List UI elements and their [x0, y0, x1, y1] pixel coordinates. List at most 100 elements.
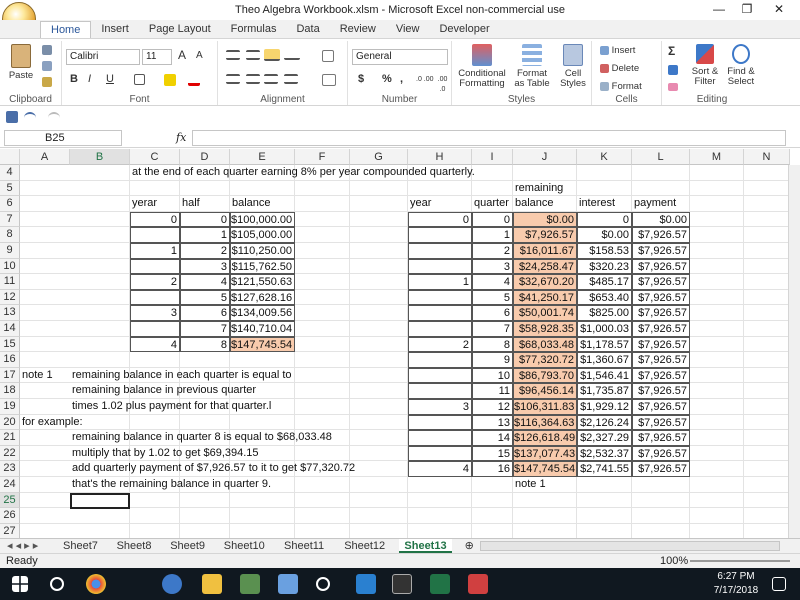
conditional-formatting-button[interactable]: Conditional Formatting: [458, 44, 506, 89]
close-button[interactable]: ✕: [766, 2, 792, 16]
selected-cell-b25[interactable]: [70, 492, 130, 509]
row-header-15[interactable]: 15: [0, 336, 20, 353]
cell-a20[interactable]: for example:: [20, 415, 83, 431]
column-header-m[interactable]: M: [690, 149, 744, 165]
row-header-26[interactable]: 26: [0, 508, 20, 524]
file-explorer-icon[interactable]: [202, 574, 222, 594]
sheet-tab-sheet11[interactable]: Sheet11: [279, 539, 329, 553]
cell-i6[interactable]: quarter: [472, 196, 513, 212]
cell-j7[interactable]: $0.00: [513, 211, 577, 228]
cell-e12[interactable]: $127,628.16: [230, 289, 295, 306]
cell-k20[interactable]: $2,126.24: [577, 414, 632, 431]
cell-h12[interactable]: [408, 289, 472, 306]
cell-h7[interactable]: 0: [408, 211, 472, 228]
sheet-tab-sheet10[interactable]: Sheet10: [219, 539, 270, 553]
cell-e13[interactable]: $134,009.56: [230, 305, 295, 321]
column-header-n[interactable]: N: [744, 149, 790, 165]
cell-i18[interactable]: 11: [472, 383, 513, 399]
cell-e10[interactable]: $115,762.50: [230, 258, 295, 275]
cell-h14[interactable]: [408, 321, 472, 337]
sheet-tab-sheet9[interactable]: Sheet9: [165, 539, 210, 553]
cell-e8[interactable]: $105,000.00: [230, 227, 295, 243]
row-header-8[interactable]: 8: [0, 227, 20, 243]
borders-icon[interactable]: [134, 74, 145, 85]
column-header-b[interactable]: B: [70, 149, 130, 165]
horizontal-scrollbar[interactable]: [480, 541, 780, 551]
cell-i19[interactable]: 12: [472, 399, 513, 415]
app-icon[interactable]: [240, 574, 260, 594]
cell-h15[interactable]: 2: [408, 336, 472, 353]
row-header-14[interactable]: 14: [0, 321, 20, 337]
cell-l20[interactable]: $7,926.57: [632, 414, 690, 431]
cell-i23[interactable]: 16: [472, 461, 513, 477]
cell-c6[interactable]: yerar: [130, 196, 180, 212]
cell-j21[interactable]: $126,618.49: [513, 430, 577, 446]
tab-data[interactable]: Data: [286, 21, 329, 38]
sort-filter-button[interactable]: Sort & Filter: [688, 44, 722, 87]
search-icon[interactable]: [50, 577, 64, 591]
font-family-select[interactable]: Calibri: [66, 49, 140, 65]
fill-icon[interactable]: [668, 65, 678, 75]
row-header-18[interactable]: 18: [0, 383, 20, 399]
cell-j12[interactable]: $41,250.17: [513, 289, 577, 306]
currency-button[interactable]: $: [358, 74, 364, 85]
wrap-text-icon[interactable]: [322, 50, 334, 62]
cell-h8[interactable]: [408, 227, 472, 243]
sheet-tab-sheet8[interactable]: Sheet8: [112, 539, 157, 553]
cell-d11[interactable]: 4: [180, 274, 230, 290]
cell-j6[interactable]: balance: [513, 196, 577, 212]
row-header-19[interactable]: 19: [0, 399, 20, 415]
magnifier-icon[interactable]: [316, 577, 330, 591]
column-header-g[interactable]: G: [350, 149, 408, 165]
fx-icon[interactable]: fx: [176, 131, 186, 144]
terminal-icon[interactable]: [392, 574, 412, 594]
cell-k17[interactable]: $1,546.41: [577, 367, 632, 384]
cell-i16[interactable]: 9: [472, 352, 513, 368]
cell-l10[interactable]: $7,926.57: [632, 258, 690, 275]
cell-k10[interactable]: $320.23: [577, 258, 632, 275]
cell-c14[interactable]: [130, 321, 180, 337]
row-header-10[interactable]: 10: [0, 258, 20, 275]
row-header-21[interactable]: 21: [0, 430, 20, 446]
cell-e15[interactable]: $147,745.54: [230, 336, 295, 353]
cell-c12[interactable]: [130, 289, 180, 306]
cell-a17[interactable]: note 1: [20, 368, 70, 384]
cell-l23[interactable]: $7,926.57: [632, 461, 690, 477]
sheet-tab-sheet7[interactable]: Sheet7: [58, 539, 103, 553]
cell-h22[interactable]: [408, 445, 472, 462]
increase-decimal-button[interactable]: .0 .00: [416, 75, 434, 85]
cell-c10[interactable]: [130, 258, 180, 275]
paste-button[interactable]: Paste: [6, 44, 36, 81]
cell-c7[interactable]: 0: [130, 211, 180, 228]
cell-j16[interactable]: $77,320.72: [513, 352, 577, 368]
cell-l8[interactable]: $7,926.57: [632, 227, 690, 243]
cell-d13[interactable]: 6: [180, 305, 230, 321]
tab-formulas[interactable]: Formulas: [221, 21, 287, 38]
cell-l9[interactable]: $7,926.57: [632, 243, 690, 259]
cut-icon[interactable]: [42, 45, 52, 55]
cell-l13[interactable]: $7,926.57: [632, 305, 690, 321]
cell-k6[interactable]: interest: [577, 196, 632, 212]
undo-icon[interactable]: [24, 112, 36, 122]
format-as-table-button[interactable]: Format as Table: [512, 44, 552, 89]
cell-b21[interactable]: remaining balance in quarter 8 is equal …: [70, 430, 332, 446]
underline-button[interactable]: U: [106, 74, 114, 85]
number-format-select[interactable]: General: [352, 49, 448, 65]
column-header-a[interactable]: A: [20, 149, 70, 165]
cell-l11[interactable]: $7,926.57: [632, 274, 690, 290]
align-middle-icon[interactable]: [246, 50, 260, 60]
word-icon[interactable]: [356, 574, 376, 594]
cell-c4[interactable]: at the end of each quarter earning 8% pe…: [130, 165, 475, 181]
merge-icon[interactable]: [322, 74, 336, 86]
worksheet-grid[interactable]: A B C D E F G H I J K L M N 4 5 6 7 8 9 10 11 12 13 14 15 16 17 18 19…: [0, 149, 800, 539]
select-all-corner[interactable]: [0, 149, 20, 165]
start-icon[interactable]: [12, 576, 28, 592]
comma-button[interactable]: ,: [400, 74, 403, 85]
cell-k12[interactable]: $653.40: [577, 289, 632, 306]
sheet-nav-icon[interactable]: ◂ ◂ ▸ ▸: [2, 539, 43, 553]
cell-d8[interactable]: 1: [180, 227, 230, 243]
cell-i22[interactable]: 15: [472, 445, 513, 462]
cell-k19[interactable]: $1,929.12: [577, 399, 632, 415]
find-select-button[interactable]: Find & Select: [724, 44, 758, 87]
cell-h11[interactable]: 1: [408, 274, 472, 290]
